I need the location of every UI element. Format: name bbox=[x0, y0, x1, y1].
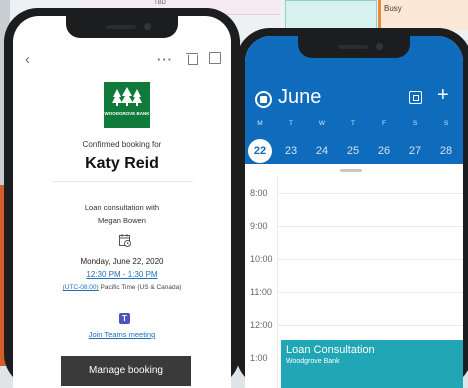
hour-label: 11:00 bbox=[250, 287, 272, 297]
chevron-left-icon[interactable]: ‹ bbox=[25, 52, 30, 68]
timezone-code-link[interactable]: (UTC-08:00) bbox=[63, 284, 99, 291]
trash-icon[interactable] bbox=[186, 52, 199, 65]
weekday-label: S bbox=[412, 120, 418, 127]
divider bbox=[53, 181, 193, 182]
hour-line bbox=[277, 193, 463, 194]
timezone-name: Pacific Time (US & Canada) bbox=[100, 284, 182, 291]
hour-line bbox=[277, 325, 463, 326]
confirmed-label: Confirmed booking for bbox=[82, 140, 162, 149]
outlook-app-icon[interactable] bbox=[255, 91, 272, 108]
date-cell[interactable]: 23 bbox=[279, 139, 303, 163]
bank-logo-text: WOODGROVE BANK bbox=[104, 111, 150, 116]
month-title[interactable]: June bbox=[278, 86, 321, 109]
staff-name: Megan Bowen bbox=[98, 216, 146, 225]
background-event-label: TBD bbox=[154, 0, 166, 6]
weekday-label: T bbox=[289, 120, 293, 127]
hour-label: 9:00 bbox=[250, 221, 268, 231]
drag-handle[interactable] bbox=[340, 169, 362, 172]
archive-icon[interactable] bbox=[209, 52, 221, 64]
more-options-icon[interactable]: ··· bbox=[157, 52, 173, 68]
weekday-label: F bbox=[382, 120, 386, 127]
event-subtitle: Woodgrove Bank bbox=[286, 358, 340, 365]
booking-date: Monday, June 22, 2020 bbox=[80, 257, 164, 266]
calendar-screen: June + M T W T F S S 22 23 24 25 26 27 2… bbox=[245, 36, 463, 388]
phone-notch bbox=[298, 36, 410, 58]
hour-line bbox=[277, 292, 463, 293]
booking-time-link[interactable]: 12:30 PM - 1:30 PM bbox=[13, 270, 231, 279]
weekday-label: W bbox=[318, 120, 326, 127]
date-cell[interactable]: 26 bbox=[372, 139, 396, 163]
phone-notch bbox=[66, 16, 178, 38]
date-cell[interactable]: 27 bbox=[403, 139, 427, 163]
hour-line bbox=[277, 226, 463, 227]
email-screen: ‹ ··· WOODGROVE BANK Confirmed booking f… bbox=[13, 16, 231, 388]
date-cell-selected[interactable]: 22 bbox=[248, 139, 272, 163]
timezone: (UTC-08:00) Pacific Time (US & Canada) bbox=[13, 284, 231, 291]
background-busy-label: Busy bbox=[384, 4, 402, 13]
date-cell[interactable]: 28 bbox=[434, 139, 458, 163]
bank-logo: WOODGROVE BANK bbox=[104, 82, 150, 128]
weekday-label: M bbox=[257, 120, 263, 127]
join-teams-link[interactable]: Join Teams meeting bbox=[13, 330, 231, 339]
hour-label: 8:00 bbox=[250, 188, 268, 198]
today-icon[interactable] bbox=[409, 91, 422, 104]
tree-icon bbox=[112, 87, 142, 106]
date-cell[interactable]: 24 bbox=[310, 139, 334, 163]
calendar-event[interactable]: Loan Consultation Woodgrove Bank bbox=[281, 340, 463, 388]
phone-email: ‹ ··· WOODGROVE BANK Confirmed booking f… bbox=[4, 8, 240, 388]
customer-name: Katy Reid bbox=[85, 155, 159, 172]
teams-icon: T bbox=[119, 313, 130, 324]
hour-line bbox=[277, 259, 463, 260]
phone-calendar: June + M T W T F S S 22 23 24 25 26 27 2… bbox=[236, 28, 468, 388]
date-cell[interactable]: 25 bbox=[341, 139, 365, 163]
hour-label: 10:00 bbox=[250, 254, 273, 264]
event-title: Loan Consultation bbox=[286, 344, 375, 356]
calendar-clock-icon bbox=[119, 234, 131, 247]
weekday-label: S bbox=[443, 120, 449, 127]
email-toolbar: ‹ ··· bbox=[13, 46, 231, 74]
add-event-icon[interactable]: + bbox=[437, 85, 449, 105]
weekday-label: T bbox=[351, 120, 355, 127]
hour-label: 1:00 bbox=[250, 353, 268, 363]
hour-label: 12:00 bbox=[250, 320, 273, 330]
manage-booking-button[interactable]: Manage booking bbox=[61, 356, 191, 386]
service-line: Loan consultation with bbox=[84, 203, 160, 212]
